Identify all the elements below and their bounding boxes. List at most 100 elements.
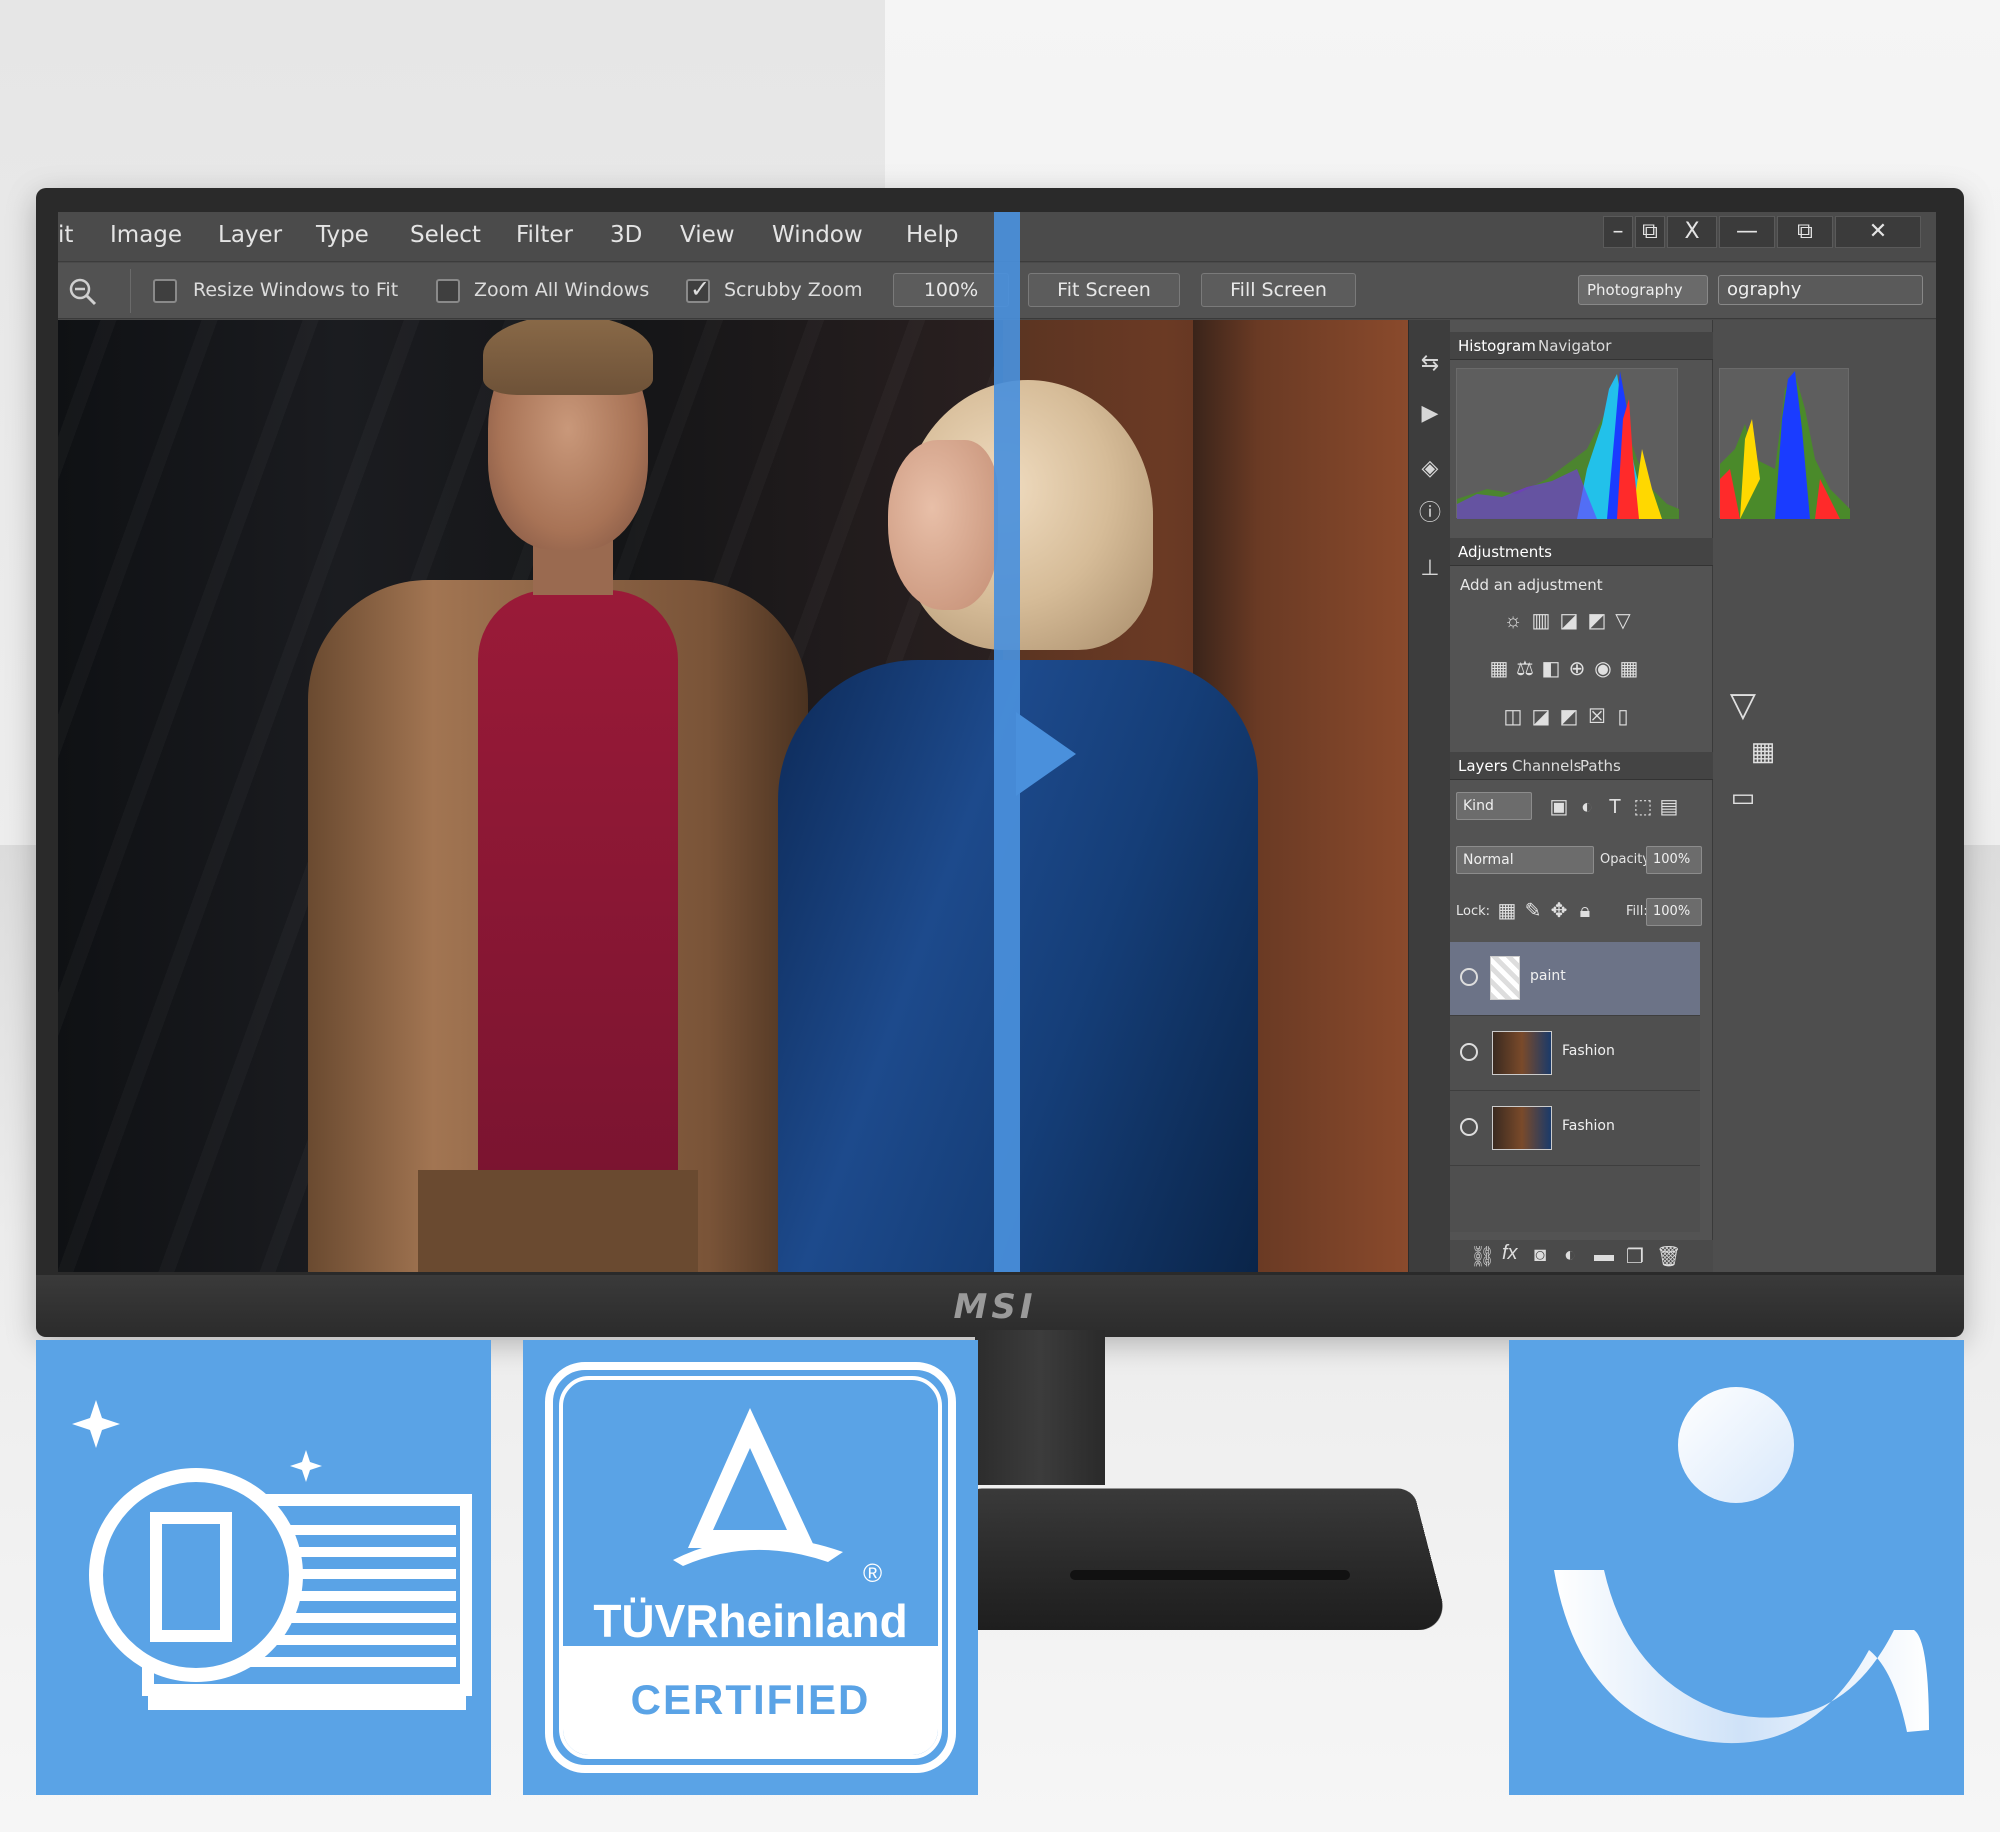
zoom-level-field[interactable]: 100% [893, 273, 1009, 307]
document-canvas[interactable] [58, 320, 1408, 1272]
color-lookup-icon[interactable]: ▦ [1618, 658, 1640, 680]
exposure-icon[interactable]: ◩ [1586, 610, 1608, 632]
anti-flicker-icon [36, 1340, 491, 1795]
selective-color-icon[interactable]: ▯ [1612, 706, 1634, 728]
fit-screen-button[interactable]: Fit Screen [1028, 273, 1180, 307]
scrubby-zoom-checkbox[interactable] [686, 279, 710, 303]
image-filter-icon[interactable]: ▣ [1548, 796, 1570, 818]
tuv-certified-text: CERTIFIED [523, 1676, 978, 1724]
tab-paths[interactable]: Paths [1580, 757, 1621, 775]
menu-3d[interactable]: 3D [610, 222, 642, 248]
man-hair [483, 320, 653, 395]
fill-screen-button[interactable]: Fill Screen [1201, 273, 1356, 307]
eye-icon[interactable] [1460, 968, 1478, 986]
menu-edit[interactable]: it [58, 222, 73, 248]
fill-label: Fill: [1626, 904, 1648, 919]
anti-flicker-badge [36, 1340, 491, 1795]
kind-filter-select[interactable]: Kind [1456, 792, 1532, 820]
zoom-out-icon[interactable] [68, 277, 98, 307]
tuv-logo [523, 1340, 978, 1795]
color-lookup-icon[interactable]: ▦ [1743, 740, 1783, 762]
lock-move-icon[interactable]: ✥ [1548, 900, 1570, 922]
eye-icon[interactable] [1460, 1043, 1478, 1061]
adjustment-layer-icon[interactable]: ◐ [1564, 1244, 1576, 1267]
gradient-icon[interactable]: ▭ [1723, 786, 1763, 808]
group-icon[interactable]: ▬ [1594, 1244, 1614, 1267]
balance-icon[interactable]: ⚖ [1514, 658, 1536, 680]
gradient-map-icon[interactable]: ☒ [1586, 706, 1608, 728]
panels-area: Histogram Navigator Adjustments Add an a… [1450, 320, 1936, 1272]
vibrance-icon[interactable]: ▽ [1723, 694, 1763, 734]
layers-list: paint Fashion Fashion [1450, 942, 1700, 1232]
smart-object-filter-icon[interactable]: ▤ [1658, 796, 1680, 818]
tab-layers[interactable]: Layers [1458, 757, 1508, 775]
lock-brush-icon[interactable]: ✎ [1522, 900, 1544, 922]
menu-help[interactable]: Help [906, 222, 958, 248]
menu-type[interactable]: Type [316, 222, 369, 248]
menu-select[interactable]: Select [410, 222, 481, 248]
panel-column-secondary: ▽ ▦ ▭ [1713, 320, 1936, 1272]
doc-restore-button[interactable]: ⧉ [1635, 216, 1665, 248]
opacity-field[interactable]: 100% [1646, 846, 1702, 874]
posterize-icon[interactable]: ◪ [1530, 706, 1552, 728]
new-layer-icon[interactable]: ❐ [1626, 1244, 1644, 1269]
tab-histogram[interactable]: Histogram [1458, 337, 1536, 355]
tab-navigator[interactable]: Navigator [1538, 337, 1611, 355]
workspace-select[interactable]: Photography [1578, 275, 1708, 305]
delete-layer-icon[interactable]: 🗑︎ [1656, 1244, 1681, 1269]
levels-icon[interactable]: ▥ [1530, 610, 1552, 632]
doc-close-button[interactable]: X [1667, 216, 1717, 248]
channel-mixer-icon[interactable]: ◉ [1592, 658, 1614, 680]
brush-preset-icon[interactable]: ◈ [1417, 455, 1443, 481]
fill-field[interactable]: 100% [1646, 898, 1702, 926]
play-arrow-icon [1016, 712, 1076, 796]
info-icon[interactable]: ⓘ [1417, 500, 1443, 526]
menu-view[interactable]: View [680, 222, 735, 248]
layer-row[interactable]: paint [1450, 942, 1700, 1016]
doc-minimize-button[interactable]: – [1603, 216, 1633, 248]
link-icon[interactable]: ⛓ [1470, 1244, 1495, 1269]
blend-mode-select[interactable]: Normal [1456, 846, 1594, 874]
curves-icon[interactable]: ◪ [1558, 610, 1580, 632]
mask-icon[interactable]: ◙ [1534, 1244, 1546, 1267]
menu-window[interactable]: Window [772, 222, 863, 248]
zoom-all-checkbox[interactable] [436, 279, 460, 303]
tuv-name: TÜVRheinland [523, 1594, 978, 1648]
lock-label: Lock: [1456, 904, 1490, 919]
histogram-chart-secondary [1720, 369, 1850, 519]
type-filter-icon[interactable]: T [1604, 796, 1626, 818]
threshold-icon[interactable]: ◩ [1558, 706, 1580, 728]
app-close-button[interactable]: ✕ [1835, 216, 1921, 248]
photo-filter-icon[interactable]: ⊕ [1566, 658, 1588, 680]
vibrance-icon[interactable]: ▽ [1612, 610, 1634, 632]
actions-icon[interactable]: ▶ [1417, 400, 1443, 426]
lock-all-icon[interactable]: 🔒︎ [1574, 900, 1596, 922]
tab-channels[interactable]: Channels [1512, 757, 1581, 775]
bw-icon[interactable]: ◧ [1540, 658, 1562, 680]
histogram-chart [1457, 369, 1679, 519]
brightness-icon[interactable]: ☼ [1502, 610, 1524, 632]
menu-image[interactable]: Image [110, 222, 182, 248]
resize-windows-checkbox[interactable] [153, 279, 177, 303]
tuv-certified-badge: ® TÜVRheinland CERTIFIED [523, 1340, 978, 1795]
tab-adjustments[interactable]: Adjustments [1458, 543, 1552, 561]
invert-icon[interactable]: ◫ [1502, 706, 1524, 728]
adjustment-filter-icon[interactable]: ◐ [1576, 796, 1598, 818]
app-minimize-button[interactable]: — [1719, 216, 1775, 248]
eye-icon[interactable] [1460, 1118, 1478, 1136]
layer-row[interactable]: Fashion [1450, 1017, 1700, 1091]
shape-filter-icon[interactable]: ⬚ [1632, 796, 1654, 818]
menu-layer[interactable]: Layer [218, 222, 282, 248]
layer-row[interactable]: Fashion [1450, 1092, 1700, 1166]
fx-icon[interactable]: fx [1502, 1242, 1518, 1265]
man-pants [418, 1170, 698, 1272]
lock-transparency-icon[interactable]: ▦ [1496, 900, 1518, 922]
layer-name: Fashion [1562, 1043, 1615, 1059]
history-icon[interactable]: ⇆ [1417, 350, 1443, 376]
workspace-select-alt[interactable]: ography [1718, 275, 1923, 305]
app-restore-button[interactable]: ⧉ [1777, 216, 1833, 248]
clone-source-icon[interactable]: ⊥ [1417, 555, 1443, 581]
menu-filter[interactable]: Filter [516, 222, 573, 248]
scrubby-zoom-label: Scrubby Zoom [724, 279, 863, 301]
hue-icon[interactable]: ▦ [1488, 658, 1510, 680]
